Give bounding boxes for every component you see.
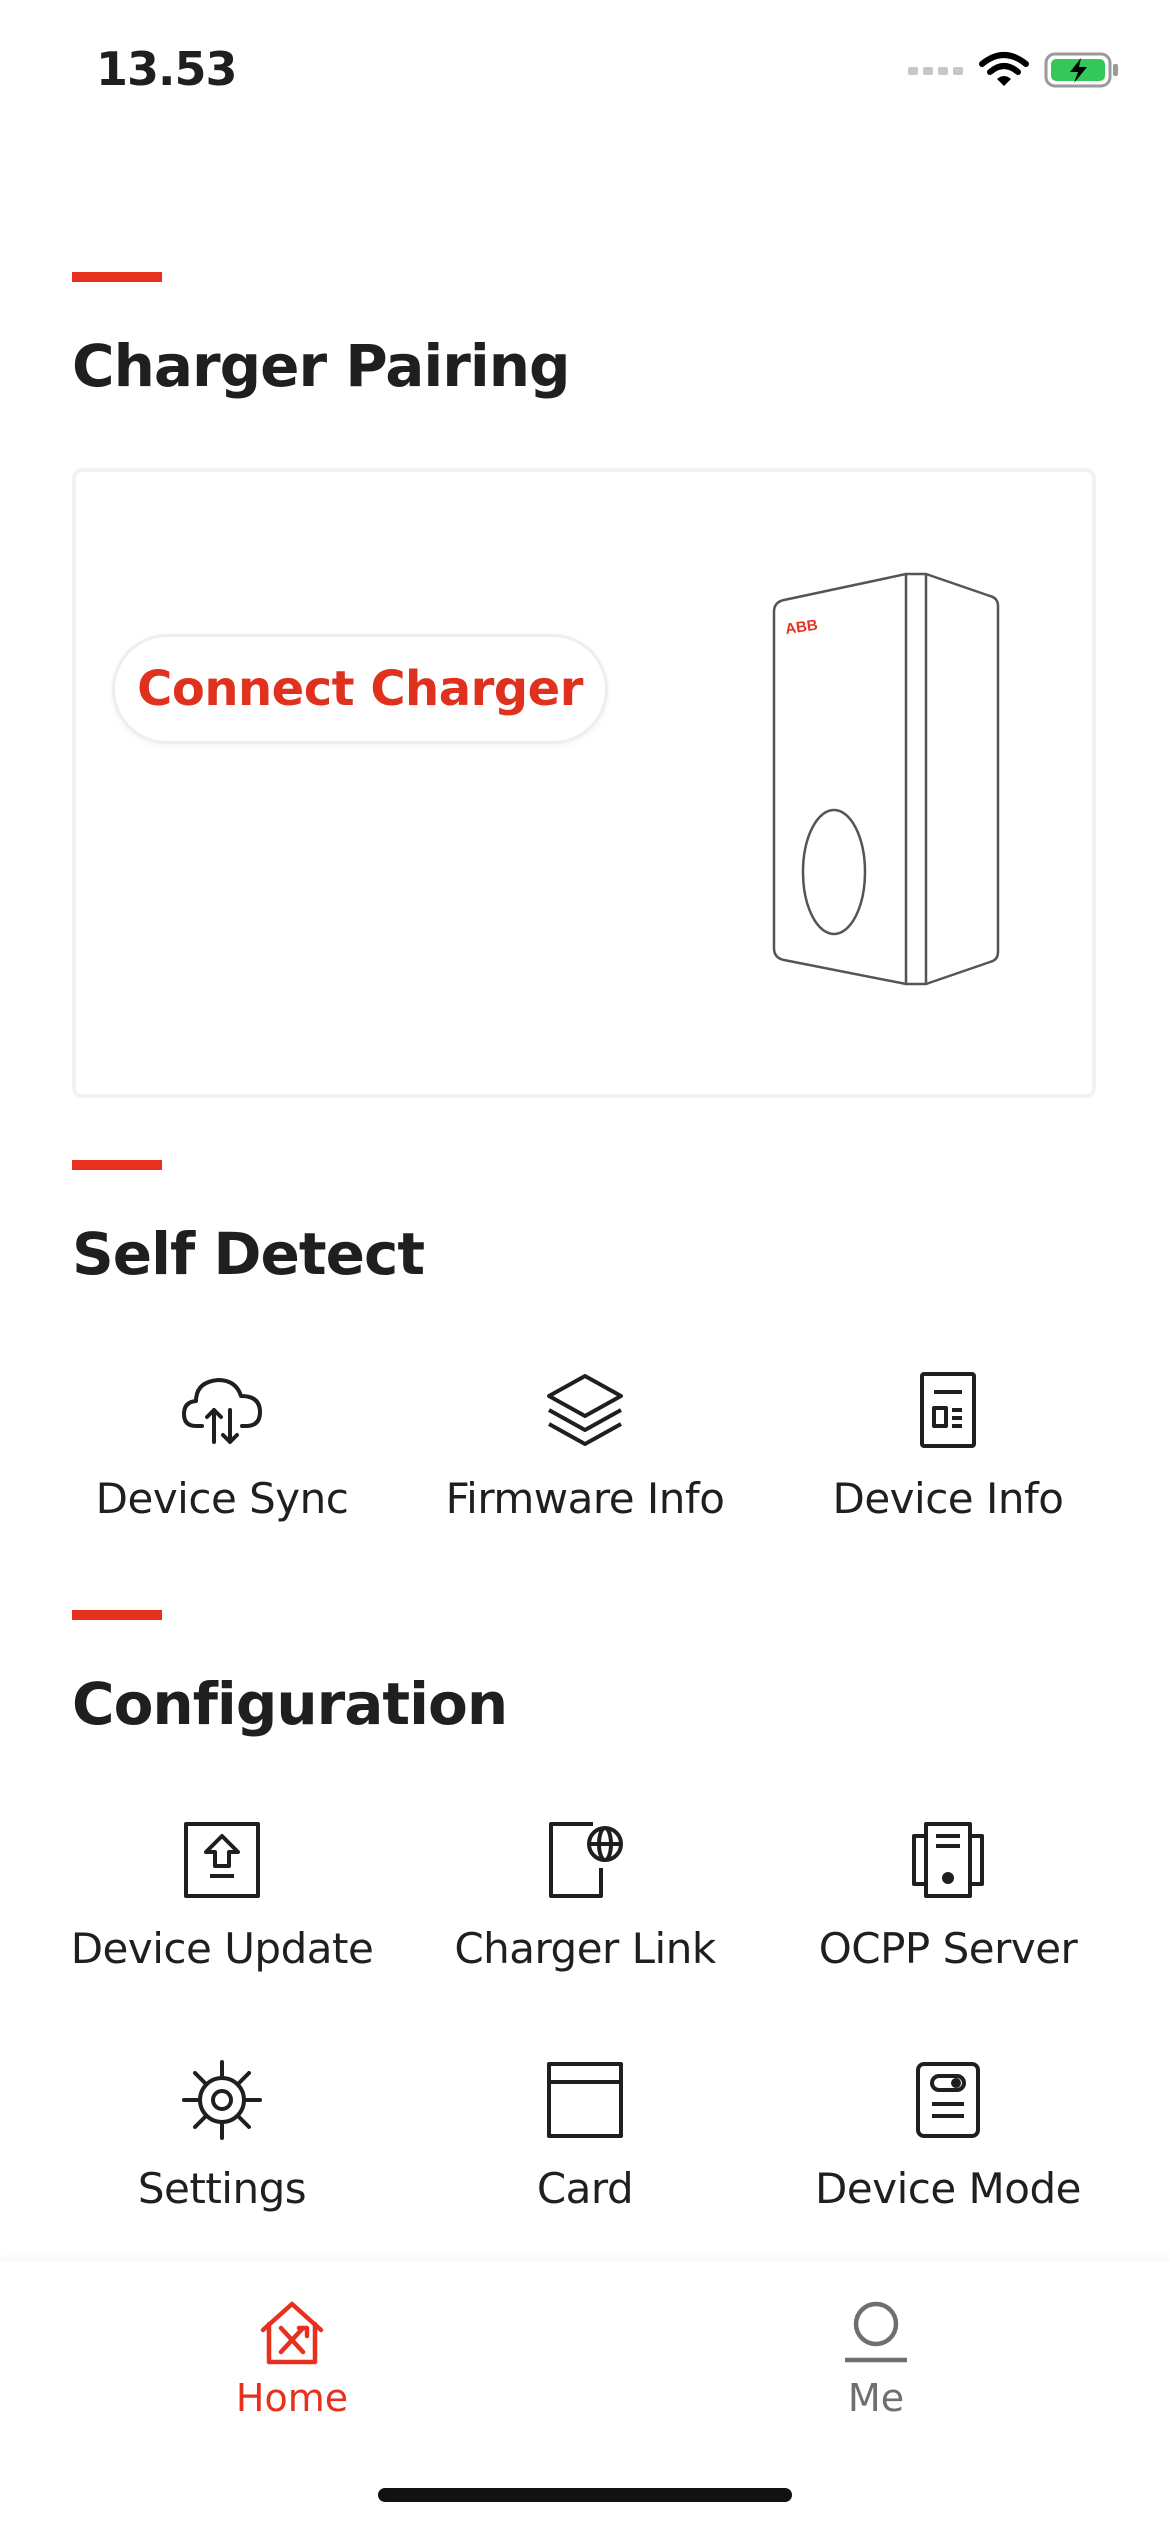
tab-me[interactable]: Me — [726, 2298, 1026, 2448]
status-time: 13.53 — [96, 42, 238, 96]
signal-icon — [908, 67, 963, 75]
layers-icon — [541, 1366, 629, 1454]
firmware-info-label: Firmware Info — [445, 1474, 725, 1523]
charger-illustration: ABB — [772, 572, 1000, 986]
device-mode-label: Device Mode — [815, 2164, 1081, 2213]
configuration-grid-row-2: Settings Card Device Mode — [0, 2056, 1170, 2276]
ocpp-server-item[interactable]: OCPP Server — [758, 1816, 1138, 2036]
gear-icon — [178, 2056, 266, 2144]
card-label: Card — [536, 2164, 634, 2213]
device-sync-label: Device Sync — [95, 1474, 349, 1523]
section-title-configuration: Configuration — [72, 1670, 508, 1738]
home-icon — [260, 2301, 324, 2365]
card-item[interactable]: Card — [395, 2056, 775, 2276]
charger-link-item[interactable]: Charger Link — [395, 1816, 775, 2036]
tab-home[interactable]: Home — [142, 2298, 442, 2448]
configuration-grid-row-1: Device Update Charger Link OCPP Server — [0, 1816, 1170, 2036]
document-icon — [904, 1366, 992, 1454]
settings-label: Settings — [137, 2164, 307, 2213]
device-sync-item[interactable]: Device Sync — [32, 1366, 412, 1586]
charger-link-label: Charger Link — [454, 1924, 716, 1973]
section-accent-bar — [72, 1610, 162, 1620]
settings-item[interactable]: Settings — [32, 2056, 412, 2276]
battery-icon — [1044, 52, 1118, 88]
ocpp-server-label: OCPP Server — [818, 1924, 1078, 1973]
self-detect-grid: Device Sync Firmware Info Device Info — [0, 1366, 1170, 1586]
section-accent-bar — [72, 1160, 162, 1170]
status-icons — [908, 50, 1120, 90]
device-info-label: Device Info — [832, 1474, 1064, 1523]
home-indicator — [378, 2488, 792, 2502]
tab-home-label: Home — [235, 2376, 349, 2420]
section-accent-bar — [72, 272, 162, 282]
section-title-self-detect: Self Detect — [72, 1220, 425, 1288]
firmware-info-item[interactable]: Firmware Info — [395, 1366, 775, 1586]
cloud-sync-icon — [178, 1366, 266, 1454]
device-info-item[interactable]: Device Info — [758, 1366, 1138, 1586]
section-title-charger-pairing: Charger Pairing — [72, 332, 571, 400]
server-icon — [904, 1816, 992, 1904]
wifi-icon — [979, 52, 1029, 86]
tab-me-label: Me — [847, 2376, 905, 2420]
person-icon — [845, 2301, 907, 2363]
status-bar: 13.53 — [0, 0, 1170, 150]
globe-door-icon — [541, 1816, 629, 1904]
charger-pairing-card: Connect Charger ABB — [72, 468, 1096, 1098]
upload-box-icon — [178, 1816, 266, 1904]
device-update-item[interactable]: Device Update — [32, 1816, 412, 2036]
abb-brand-mark: ABB — [784, 617, 819, 638]
card-icon — [541, 2056, 629, 2144]
device-mode-item[interactable]: Device Mode — [758, 2056, 1138, 2276]
device-update-label: Device Update — [70, 1924, 374, 1973]
device-mode-icon — [904, 2056, 992, 2144]
connect-charger-button[interactable]: Connect Charger — [112, 634, 608, 744]
